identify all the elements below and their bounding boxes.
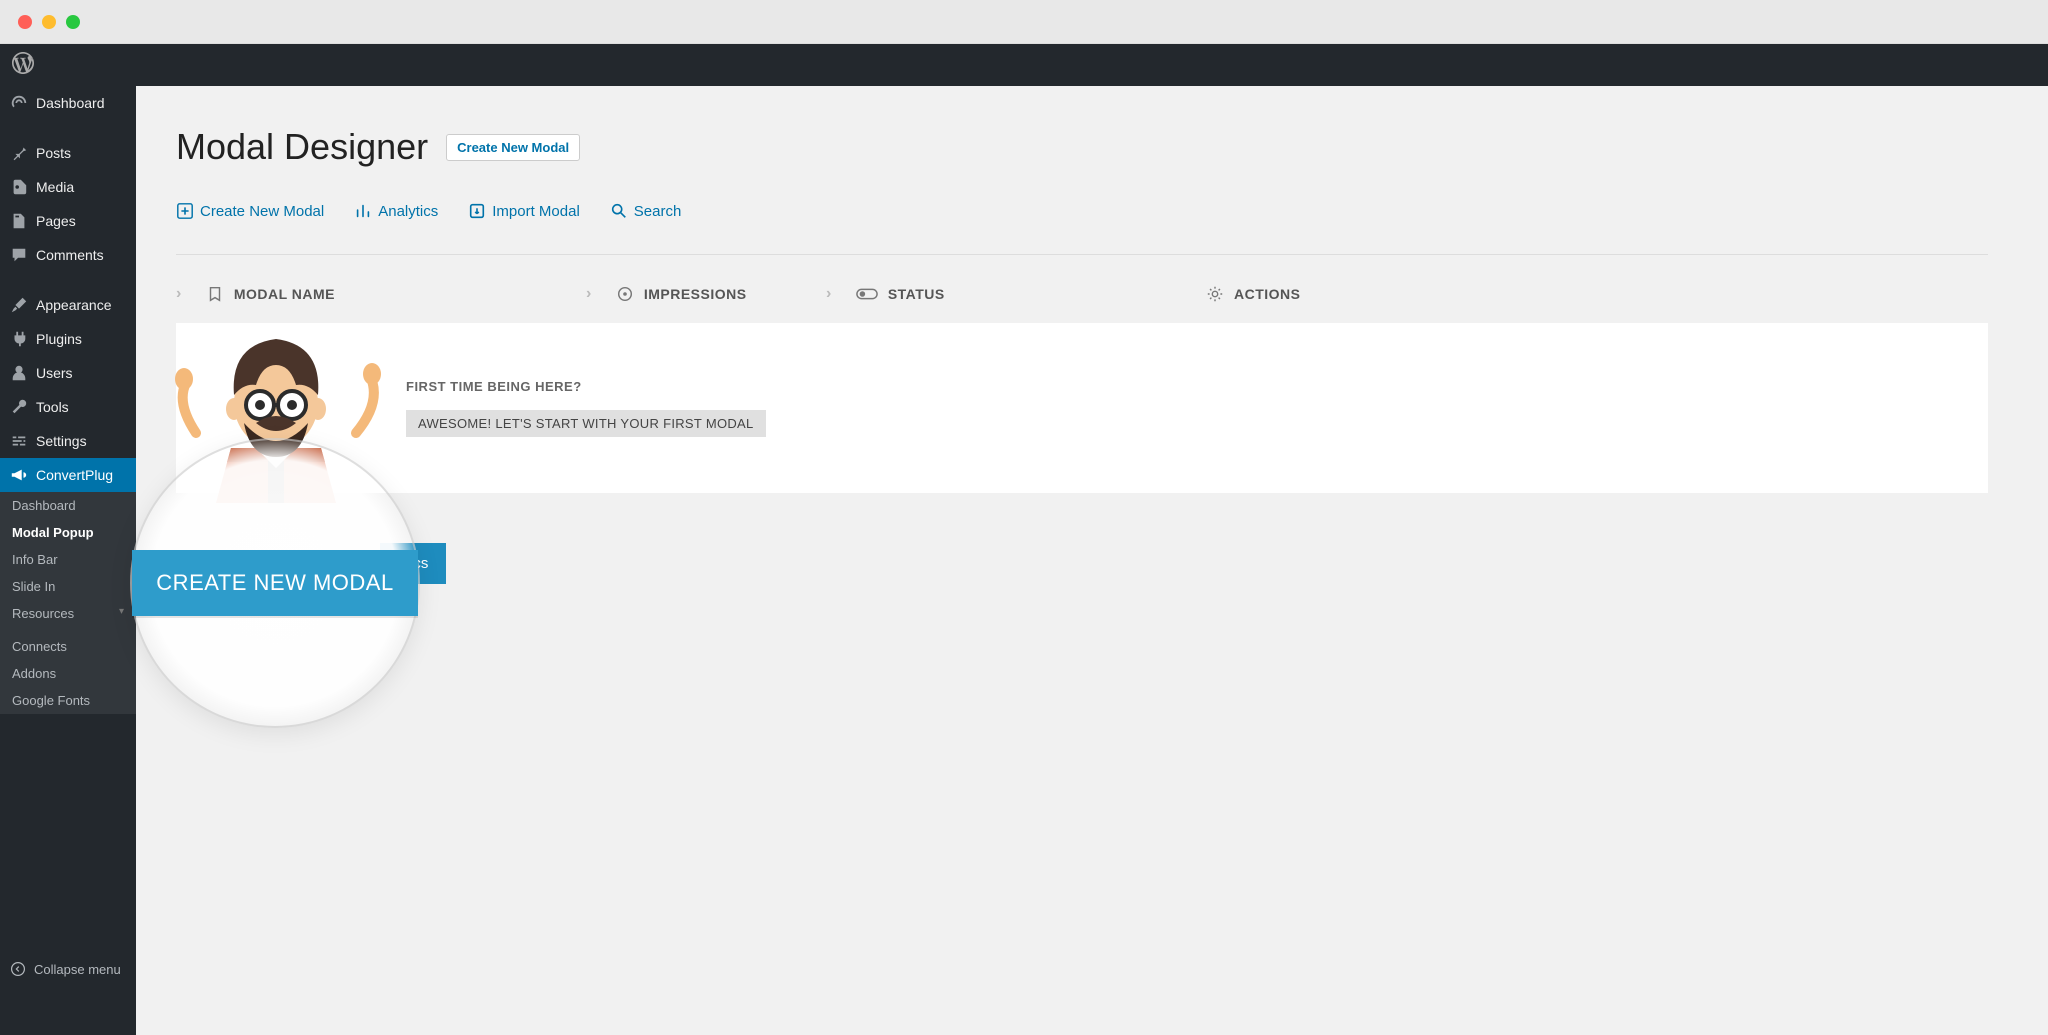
target-icon: [616, 285, 634, 303]
sidebar-item-posts[interactable]: Posts: [0, 136, 136, 170]
create-new-modal-header-button[interactable]: Create New Modal: [446, 134, 580, 161]
chevron-right-icon: ›: [826, 285, 832, 303]
sidebar-item-appearance[interactable]: Appearance: [0, 288, 136, 322]
sidebar-item-label: Pages: [36, 213, 76, 229]
submenu-label: Resources: [12, 606, 74, 621]
sidebar-item-media[interactable]: Media: [0, 170, 136, 204]
main-content: Modal Designer Create New Modal Create N…: [136, 86, 2048, 1035]
collapse-icon: [10, 961, 26, 977]
page-title: Modal Designer: [176, 126, 428, 168]
sidebar-item-label: Comments: [36, 247, 104, 263]
sidebar-item-dashboard[interactable]: Dashboard: [0, 86, 136, 120]
tool-label: Search: [634, 203, 682, 220]
tool-label: Create New Modal: [200, 203, 324, 220]
maximize-window-icon[interactable]: [66, 15, 80, 29]
wrench-icon: [10, 398, 28, 416]
tool-label: Import Modal: [492, 203, 580, 220]
pages-icon: [10, 212, 28, 230]
sidebar-item-label: Tools: [36, 399, 69, 415]
awesome-callout: AWESOME! LET'S START WITH YOUR FIRST MOD…: [406, 410, 766, 437]
tool-analytics[interactable]: Analytics: [354, 202, 438, 220]
bottom-actions: CREATE NEW MODAL ytics: [176, 543, 1988, 584]
submenu-slide-in[interactable]: Slide In: [0, 573, 136, 600]
dashboard-icon: [10, 94, 28, 112]
th-label: IMPRESSIONS: [644, 286, 747, 302]
th-modal-name[interactable]: › MODAL NAME: [176, 285, 586, 303]
sidebar-item-tools[interactable]: Tools: [0, 390, 136, 424]
convertplug-submenu: Dashboard Modal Popup Info Bar Slide In …: [0, 492, 136, 714]
sidebar-item-label: Plugins: [36, 331, 82, 347]
mac-titlebar: [0, 0, 2048, 44]
sidebar-item-label: Users: [36, 365, 73, 381]
submenu-google-fonts[interactable]: Google Fonts: [0, 687, 136, 714]
create-new-modal-spotlight-button[interactable]: CREATE NEW MODAL: [132, 550, 417, 616]
submenu-addons[interactable]: Addons: [0, 660, 136, 687]
brush-icon: [10, 296, 28, 314]
th-impressions[interactable]: › IMPRESSIONS: [586, 285, 826, 303]
submenu-dashboard[interactable]: Dashboard: [0, 492, 136, 519]
collapse-label: Collapse menu: [34, 962, 121, 977]
submenu-modal-popup[interactable]: Modal Popup: [0, 519, 136, 546]
tool-label: Analytics: [378, 203, 438, 220]
plug-icon: [10, 330, 28, 348]
sidebar-item-plugins[interactable]: Plugins: [0, 322, 136, 356]
toggle-icon: [856, 285, 878, 303]
toolbar: Create New Modal Analytics Import Modal …: [176, 202, 1988, 255]
sidebar-item-settings[interactable]: Settings: [0, 424, 136, 458]
sidebar-item-label: Appearance: [36, 297, 112, 313]
user-icon: [10, 364, 28, 382]
wordpress-logo-icon[interactable]: [12, 52, 34, 79]
th-label: MODAL NAME: [234, 286, 335, 302]
empty-state-panel: FIRST TIME BEING HERE? AWESOME! LET'S ST…: [176, 323, 1988, 493]
import-icon: [468, 202, 486, 220]
tool-import-modal[interactable]: Import Modal: [468, 202, 580, 220]
th-actions: ACTIONS: [1206, 285, 1988, 303]
sidebar-item-comments[interactable]: Comments: [0, 238, 136, 272]
sidebar-item-label: Media: [36, 179, 74, 195]
submenu-connects[interactable]: Connects: [0, 633, 136, 660]
sidebar-item-label: Settings: [36, 433, 87, 449]
pin-icon: [10, 144, 28, 162]
sidebar-item-users[interactable]: Users: [0, 356, 136, 390]
th-label: STATUS: [888, 286, 945, 302]
collapse-menu-button[interactable]: Collapse menu: [0, 953, 136, 985]
minimize-window-icon[interactable]: [42, 15, 56, 29]
submenu-info-bar[interactable]: Info Bar: [0, 546, 136, 573]
search-icon: [610, 202, 628, 220]
chevron-down-icon: ▾: [119, 606, 124, 617]
admin-sidebar: Dashboard Posts Media Pages Comments: [0, 86, 136, 1035]
th-label: ACTIONS: [1234, 286, 1301, 302]
gear-icon: [1206, 285, 1224, 303]
wp-admin-bar: [0, 44, 2048, 86]
sliders-icon: [10, 432, 28, 450]
sidebar-item-label: Posts: [36, 145, 71, 161]
close-window-icon[interactable]: [18, 15, 32, 29]
bookmark-icon: [206, 285, 224, 303]
window: Dashboard Posts Media Pages Comments: [0, 0, 2048, 1035]
tool-search[interactable]: Search: [610, 202, 682, 220]
page-header: Modal Designer Create New Modal: [176, 126, 1988, 168]
chart-icon: [354, 202, 372, 220]
sidebar-item-label: Dashboard: [36, 95, 105, 111]
submenu-resources[interactable]: Resources ▾: [0, 600, 136, 627]
spotlight-highlight: CREATE NEW MODAL: [130, 438, 420, 728]
tool-create-new-modal[interactable]: Create New Modal: [176, 202, 324, 220]
sidebar-item-label: ConvertPlug: [36, 467, 113, 483]
sidebar-item-pages[interactable]: Pages: [0, 204, 136, 238]
sidebar-item-convertplug[interactable]: ConvertPlug: [0, 458, 136, 492]
megaphone-icon: [10, 466, 28, 484]
first-time-text: FIRST TIME BEING HERE?: [406, 379, 1958, 394]
chevron-right-icon: ›: [176, 285, 182, 303]
th-status[interactable]: › STATUS: [826, 285, 1206, 303]
comments-icon: [10, 246, 28, 264]
plus-square-icon: [176, 202, 194, 220]
chevron-right-icon: ›: [586, 285, 592, 303]
table-header: › MODAL NAME › IMPRESSIONS › STATUS ACTI…: [176, 255, 1988, 323]
media-icon: [10, 178, 28, 196]
